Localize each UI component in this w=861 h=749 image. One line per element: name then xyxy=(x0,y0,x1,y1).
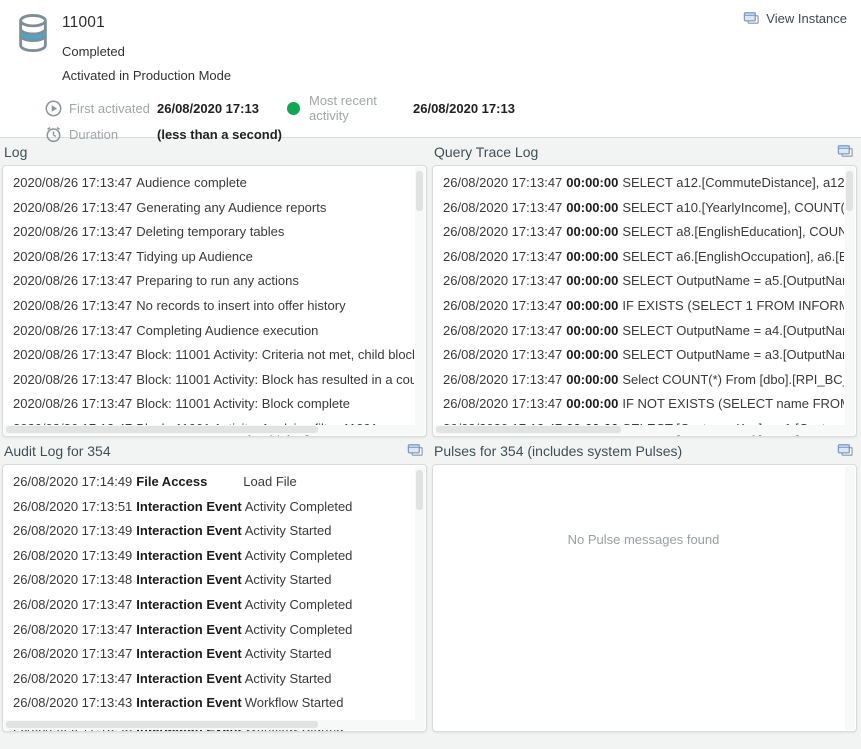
instance-header: View Instance 11001 Completed Activated … xyxy=(0,0,861,137)
audit-entry: 26/08/2020 17:14:49File AccessLoad File xyxy=(13,470,414,495)
most-recent-activity-value: 26/08/2020 17:13 xyxy=(413,101,515,116)
cascade-windows-icon xyxy=(743,10,760,27)
log-entry: 2020/08/26 17:13:47Audience complete xyxy=(13,171,414,196)
status-text: Completed xyxy=(62,44,231,59)
alarm-clock-icon xyxy=(45,126,62,143)
query-trace-entry: 26/08/2020 17:13:4700:00:00Select COUNT(… xyxy=(443,368,844,393)
audit-entry: 26/08/2020 17:13:48Interaction EventActi… xyxy=(13,568,414,593)
pulses-list[interactable]: No Pulse messages found xyxy=(432,464,857,732)
log-entry: 2020/08/26 17:13:47Tidying up Audience xyxy=(13,245,414,270)
log-entry: 2020/08/26 17:13:47Block: 11001 Activity… xyxy=(13,343,414,368)
view-instance-button[interactable]: View Instance xyxy=(743,10,847,27)
scrollbar-thumb[interactable] xyxy=(6,426,318,433)
log-list[interactable]: 2020/08/26 17:13:47Audience complete 202… xyxy=(2,165,427,437)
audit-entry: 26/08/2020 17:13:47Interaction EventActi… xyxy=(13,593,414,618)
log-entry: 2020/08/26 17:13:47Generating any Audien… xyxy=(13,196,414,221)
vertical-scrollbar[interactable] xyxy=(415,167,425,435)
query-trace-list[interactable]: 26/08/2020 17:13:4700:00:00SELECT a12.[C… xyxy=(432,165,857,437)
query-trace-entry: 26/08/2020 17:13:4700:00:00SELECT Output… xyxy=(443,343,844,368)
log-entry: 2020/08/26 17:13:47Block: 11001 Activity… xyxy=(13,392,414,417)
page-title: 11001 xyxy=(62,14,231,32)
vertical-scrollbar[interactable] xyxy=(845,466,855,730)
panel-query-trace-log: Query Trace Log 26/08/2020 17:13:4700:00… xyxy=(432,138,857,437)
popout-windows-icon[interactable] xyxy=(407,442,424,459)
duration-value: (less than a second) xyxy=(157,127,282,142)
log-entry: 2020/08/26 17:13:47Completing Audience e… xyxy=(13,319,414,344)
log-panels-grid: Log 2020/08/26 17:13:47Audience complete… xyxy=(0,138,861,732)
audit-entry: 26/08/2020 17:13:47Interaction EventActi… xyxy=(13,642,414,667)
query-trace-entry: 26/08/2020 17:13:4700:00:00IF EXISTS (SE… xyxy=(443,294,844,319)
query-trace-entry: 26/08/2020 17:13:4700:00:00SELECT Output… xyxy=(443,269,844,294)
log-entry: 2020/08/26 17:13:47Deleting temporary ta… xyxy=(13,220,414,245)
horizontal-scrollbar[interactable] xyxy=(434,425,845,435)
log-entry: 2020/08/26 17:13:47Preparing to run any … xyxy=(13,269,414,294)
panel-pulses: Pulses for 354 (includes system Pulses) … xyxy=(432,437,857,732)
audit-entry: 26/08/2020 17:13:49Interaction EventActi… xyxy=(13,519,414,544)
panel-audit-log: Audit Log for 354 26/08/2020 17:14:49Fil… xyxy=(2,437,427,732)
first-activated-value: 26/08/2020 17:13 xyxy=(157,101,269,116)
vertical-scrollbar[interactable] xyxy=(845,167,855,435)
log-entry: 2020/08/26 17:13:47Block: 11001 Activity… xyxy=(13,368,414,393)
query-trace-entry: 26/08/2020 17:13:4700:00:00SELECT a6.[En… xyxy=(443,245,844,270)
most-recent-activity-label: Most recent activity xyxy=(309,93,413,123)
panel-log-title: Log xyxy=(4,144,27,160)
scrollbar-thumb[interactable] xyxy=(846,171,853,211)
audit-entry: 26/08/2020 17:13:47Interaction EventActi… xyxy=(13,667,414,692)
first-activated-label: First activated xyxy=(69,101,157,116)
audit-entry: 26/08/2020 17:13:47Interaction EventActi… xyxy=(13,618,414,643)
audit-entry: 26/08/2020 17:13:43Interaction EventWork… xyxy=(13,691,414,716)
panel-log: Log 2020/08/26 17:13:47Audience complete… xyxy=(2,138,427,437)
popout-windows-icon[interactable] xyxy=(837,442,854,459)
query-trace-entry: 26/08/2020 17:13:4700:00:00SELECT a8.[En… xyxy=(443,220,844,245)
audit-entry: 26/08/2020 17:13:49Interaction EventActi… xyxy=(13,544,414,569)
instance-meta: First activated 26/08/2020 17:13 Most re… xyxy=(45,95,847,147)
pulses-empty-message: No Pulse messages found xyxy=(443,470,844,547)
database-icon xyxy=(14,12,52,54)
horizontal-scrollbar[interactable] xyxy=(4,425,415,435)
mode-text: Activated in Production Mode xyxy=(62,68,231,83)
horizontal-scrollbar[interactable] xyxy=(4,720,415,730)
panel-pulses-title: Pulses for 354 (includes system Pulses) xyxy=(434,443,682,459)
log-entry: 2020/08/26 17:13:47No records to insert … xyxy=(13,294,414,319)
scrollbar-thumb[interactable] xyxy=(416,470,423,510)
query-trace-entry: 26/08/2020 17:13:4700:00:00SELECT Output… xyxy=(443,319,844,344)
panel-audit-title: Audit Log for 354 xyxy=(4,443,111,459)
query-trace-entry: 26/08/2020 17:13:4700:00:00SELECT a10.[Y… xyxy=(443,196,844,221)
play-icon xyxy=(45,100,62,117)
vertical-scrollbar[interactable] xyxy=(415,466,425,730)
scrollbar-thumb[interactable] xyxy=(436,426,621,433)
scrollbar-thumb[interactable] xyxy=(6,721,318,728)
duration-label: Duration xyxy=(69,127,157,142)
scrollbar-thumb[interactable] xyxy=(416,171,423,211)
query-trace-entry: 26/08/2020 17:13:4700:00:00SELECT a12.[C… xyxy=(443,171,844,196)
query-trace-entry: 26/08/2020 17:13:4700:00:00IF NOT EXISTS… xyxy=(443,392,844,417)
audit-entry: 26/08/2020 17:13:51Interaction EventActi… xyxy=(13,495,414,520)
audit-log-list[interactable]: 26/08/2020 17:14:49File AccessLoad File … xyxy=(2,464,427,732)
view-instance-label: View Instance xyxy=(766,11,847,26)
activity-status-dot xyxy=(287,102,300,115)
